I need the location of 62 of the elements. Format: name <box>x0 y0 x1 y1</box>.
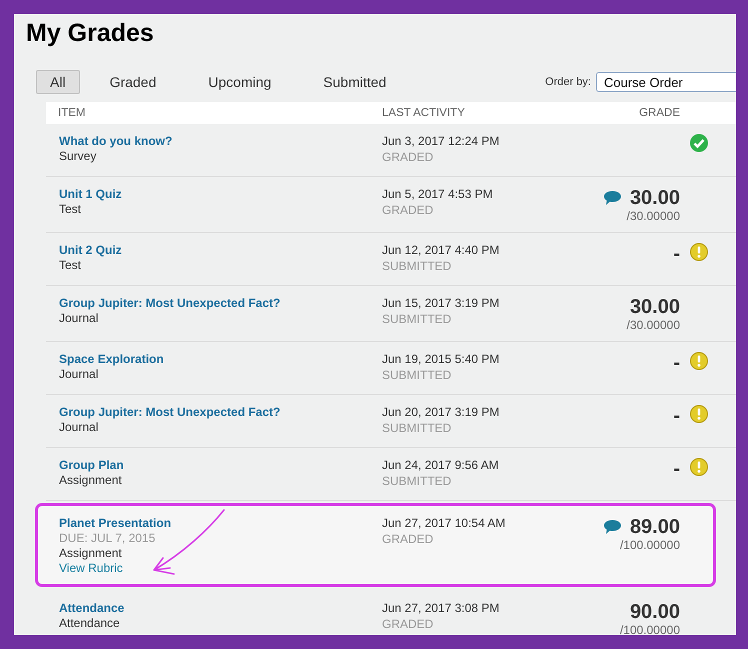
grade-total: /30.00000 <box>626 318 680 332</box>
activity-date: Jun 3, 2017 12:24 PM <box>382 134 500 148</box>
item-type: Assignment <box>59 546 123 560</box>
order-select[interactable]: Course Order <box>596 72 736 92</box>
activity-status: SUBMITTED <box>382 259 452 273</box>
activity-date: Jun 24, 2017 9:56 AM <box>382 458 500 472</box>
activity-date: Jun 12, 2017 4:40 PM <box>382 243 500 257</box>
activity-date: Jun 15, 2017 3:19 PM <box>382 296 500 310</box>
activity-date: Jun 5, 2017 4:53 PM <box>382 187 494 201</box>
grade-value: - <box>673 405 680 427</box>
rubric-link[interactable]: View Rubric <box>59 561 123 575</box>
activity-status: SUBMITTED <box>382 368 452 382</box>
activity-date: Jun 27, 2017 10:54 AM <box>382 516 506 530</box>
item-type: Assignment <box>59 473 123 487</box>
item-title[interactable]: What do you know? <box>59 134 370 148</box>
activity-status: SUBMITTED <box>382 474 452 488</box>
item-type: Survey <box>59 149 98 163</box>
grade-total: /100.00000 <box>620 538 680 552</box>
item-title[interactable]: Group Plan <box>59 458 370 472</box>
item-type: Journal <box>59 311 100 325</box>
item-title[interactable]: Space Exploration <box>59 352 370 366</box>
activity-date: Jun 20, 2017 3:19 PM <box>382 405 500 419</box>
item-title[interactable]: Group Jupiter: Most Unexpected Fact? <box>59 405 370 419</box>
column-header: LAST ACTIVITY <box>381 107 465 119</box>
activity-status: GRADED <box>382 617 434 631</box>
column-header: GRADE <box>639 107 681 119</box>
item-type: Journal <box>59 367 100 381</box>
item-title[interactable]: Planet Presentation <box>59 516 370 530</box>
filter-tab[interactable]: Graded <box>96 70 170 94</box>
item-type: Journal <box>59 420 100 434</box>
grade-value: - <box>673 458 680 480</box>
due-date: DUE: JUL 7, 2015 <box>59 531 156 545</box>
item-type: Test <box>59 258 82 272</box>
activity-status: GRADED <box>382 203 434 217</box>
item-title[interactable]: Group Jupiter: Most Unexpected Fact? <box>59 296 370 310</box>
item-title[interactable]: Unit 2 Quiz <box>59 243 370 257</box>
item-type: Attendance <box>59 616 121 630</box>
grade-total: /30.00000 <box>626 209 680 223</box>
grade-value: - <box>673 243 680 265</box>
activity-status: GRADED <box>382 532 434 546</box>
grade-value: 30.00 <box>630 187 680 209</box>
grade-value: 89.00 <box>630 516 680 538</box>
activity-status: SUBMITTED <box>382 421 452 435</box>
comment-icon[interactable] <box>602 190 622 206</box>
grade-value: - <box>673 352 680 374</box>
item-title[interactable]: Unit 1 Quiz <box>59 187 370 201</box>
filter-tab[interactable]: All <box>36 70 80 94</box>
grade-value: 30.00 <box>630 296 680 318</box>
activity-date: Jun 19, 2015 5:40 PM <box>382 352 500 366</box>
column-header: ITEM <box>57 107 86 119</box>
item-type: Test <box>59 202 82 216</box>
item-title[interactable]: Attendance <box>59 601 370 615</box>
filter-tab[interactable]: Submitted <box>309 70 400 94</box>
comment-icon[interactable] <box>602 519 622 535</box>
filter-tab[interactable]: Upcoming <box>194 70 286 94</box>
activity-date: Jun 27, 2017 3:08 PM <box>382 601 500 615</box>
activity-status: SUBMITTED <box>382 312 452 326</box>
activity-status: GRADED <box>382 150 434 164</box>
page-title: My Grades <box>26 18 155 48</box>
order-by-label: Order by: <box>545 76 591 88</box>
grade-total: /100.00000 <box>620 623 680 635</box>
grade-value: 90.00 <box>630 601 680 623</box>
